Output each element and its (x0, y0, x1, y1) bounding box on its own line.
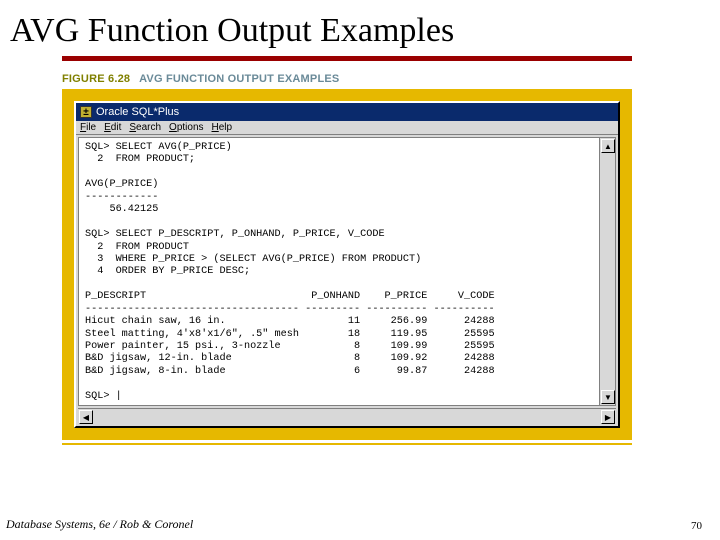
window-titlebar[interactable]: ± Oracle SQL*Plus (76, 103, 618, 121)
sql-output[interactable]: SQL> SELECT AVG(P_PRICE) 2 FROM PRODUCT;… (79, 138, 599, 405)
scroll-down-icon[interactable]: ▼ (601, 390, 615, 404)
figure-caption-text: AVG FUNCTION OUTPUT EXAMPLES (139, 73, 339, 85)
page-number: 70 (691, 520, 702, 532)
vertical-scrollbar[interactable]: ▲ ▼ (599, 138, 615, 405)
figure-caption: FIGURE 6.28 AVG FUNCTION OUTPUT EXAMPLES (62, 73, 720, 85)
horizontal-scrollbar[interactable]: ◀ ▶ (78, 408, 616, 424)
footer-text: Database Systems, 6e / Rob & Coronel (6, 517, 193, 532)
menu-help[interactable]: Help (212, 122, 233, 133)
menubar: File Edit Search Options Help (76, 121, 618, 135)
sqlplus-window: ± Oracle SQL*Plus File Edit Search Optio… (74, 101, 620, 428)
title-underline (62, 56, 632, 61)
figure-number: FIGURE 6.28 (62, 73, 130, 85)
scroll-left-icon[interactable]: ◀ (79, 410, 93, 424)
panel-bottom-accent (62, 443, 632, 445)
slide-title: AVG Function Output Examples (0, 0, 720, 56)
menu-search[interactable]: Search (129, 122, 161, 133)
scroll-up-icon[interactable]: ▲ (601, 139, 615, 153)
client-area: SQL> SELECT AVG(P_PRICE) 2 FROM PRODUCT;… (78, 137, 616, 406)
menu-options[interactable]: Options (169, 122, 203, 133)
window-title: Oracle SQL*Plus (96, 106, 179, 118)
figure-panel: ± Oracle SQL*Plus File Edit Search Optio… (62, 89, 632, 440)
app-icon: ± (80, 106, 92, 118)
scroll-right-icon[interactable]: ▶ (601, 410, 615, 424)
slide-footer: Database Systems, 6e / Rob & Coronel 70 (0, 517, 720, 532)
menu-file[interactable]: File (80, 122, 96, 133)
menu-edit[interactable]: Edit (104, 122, 121, 133)
